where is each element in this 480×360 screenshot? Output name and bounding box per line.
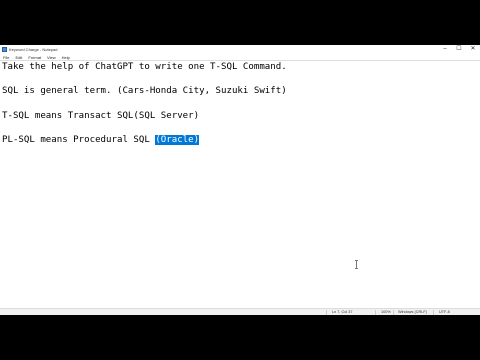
text-line-1: Take the help of ChatGPT to write one T-… xyxy=(2,62,287,72)
text-editor[interactable]: Take the help of ChatGPT to write one T-… xyxy=(0,60,480,310)
menu-edit[interactable]: Edit xyxy=(15,55,22,60)
text-line-2: SQL is general term. (Cars-Honda City, S… xyxy=(2,86,287,96)
status-bar: Ln 7, Col 37 100% Windows (CRLF) UTF-8 xyxy=(0,308,480,315)
text-line-3: T-SQL means Transact SQL(SQL Server) xyxy=(2,111,200,121)
notepad-icon xyxy=(2,47,7,52)
menu-format[interactable]: Format xyxy=(28,55,41,60)
ibeam-cursor-icon xyxy=(355,260,358,269)
status-separator xyxy=(326,310,327,315)
selected-text[interactable]: (Oracle) xyxy=(155,135,200,145)
close-button[interactable]: ✕ xyxy=(466,45,480,54)
window-title: Keyword Charge - Notepad xyxy=(9,47,58,52)
window-controls: – ☐ ✕ xyxy=(438,45,480,54)
text-line-4-prefix: PL-SQL means Procedural SQL xyxy=(2,135,156,145)
text-line-4: PL-SQL means Procedural SQL (Oracle) xyxy=(2,135,200,146)
menu-file[interactable]: File xyxy=(3,55,9,60)
status-line-ending: Windows (CRLF) xyxy=(398,310,427,314)
title-bar: Keyword Charge - Notepad – ☐ ✕ xyxy=(0,45,480,54)
notepad-window: Keyword Charge - Notepad – ☐ ✕ File Edit… xyxy=(0,45,480,315)
status-separator xyxy=(375,310,376,315)
minimize-button[interactable]: – xyxy=(438,45,452,54)
maximize-button[interactable]: ☐ xyxy=(452,45,466,54)
status-encoding: UTF-8 xyxy=(439,310,450,314)
status-zoom: 100% xyxy=(381,310,391,314)
status-separator xyxy=(433,310,434,315)
menu-help[interactable]: Help xyxy=(62,55,70,60)
menu-view[interactable]: View xyxy=(47,55,56,60)
status-separator xyxy=(393,310,394,315)
status-position: Ln 7, Col 37 xyxy=(332,310,353,314)
